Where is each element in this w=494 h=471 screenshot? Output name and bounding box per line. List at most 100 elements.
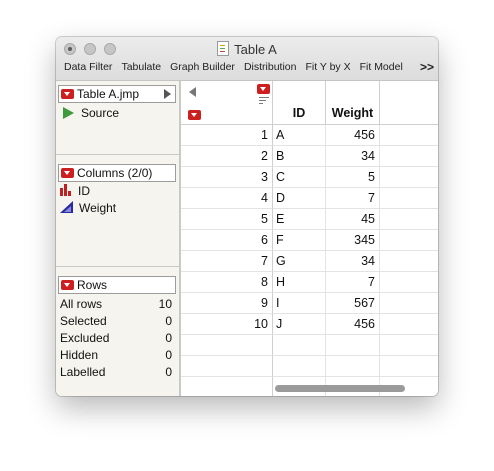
toolbar: Data Filter Tabulate Graph Builder Distribu…	[64, 60, 438, 77]
horizontal-scrollbar[interactable]	[275, 385, 405, 392]
filter-lines-icon	[259, 97, 269, 107]
row-number-cell[interactable]: 7	[181, 251, 273, 272]
row-number-cell[interactable]: 9	[181, 293, 273, 314]
id-cell[interactable]	[273, 335, 326, 356]
id-cell[interactable]: A	[273, 125, 326, 146]
row-number-cell[interactable]: 1	[181, 125, 273, 146]
weight-cell[interactable]: 456	[326, 125, 380, 146]
rows-stat-row: Selected 0	[60, 313, 172, 330]
id-cell[interactable]: E	[273, 209, 326, 230]
weight-cell[interactable]	[326, 356, 380, 377]
id-cell[interactable]: F	[273, 230, 326, 251]
weight-cell[interactable]: 7	[326, 188, 380, 209]
empty-cell[interactable]	[380, 167, 438, 188]
stat-value: 0	[165, 365, 172, 379]
table-red-triangle-menu[interactable]	[61, 89, 74, 99]
row-number-cell[interactable]	[181, 356, 273, 377]
rows-panel-header[interactable]: Rows	[58, 276, 176, 294]
id-cell[interactable]: G	[273, 251, 326, 272]
weight-cell[interactable]: 345	[326, 230, 380, 251]
empty-cell[interactable]	[380, 272, 438, 293]
toolbar-fit-model[interactable]: Fit Model	[360, 61, 403, 73]
stat-label: Hidden	[60, 348, 99, 362]
window-title-text: Table A	[234, 42, 277, 57]
column-header-id[interactable]: ID	[273, 81, 326, 125]
stat-value: 0	[165, 314, 172, 328]
table-script-source[interactable]: Source	[63, 106, 119, 120]
data-table-window: Table A Data Filter Tabulate Graph Builder…	[56, 37, 438, 396]
row-number-cell[interactable]: 6	[181, 230, 273, 251]
weight-cell[interactable]	[326, 335, 380, 356]
rows-stat-row: Excluded 0	[60, 330, 172, 347]
column-id-label: ID	[78, 184, 90, 198]
toolbar-distribution[interactable]: Distribution	[244, 61, 297, 73]
row-number-cell[interactable]: 8	[181, 272, 273, 293]
panel-divider	[56, 154, 179, 155]
empty-cell[interactable]	[380, 314, 438, 335]
weight-cell[interactable]: 567	[326, 293, 380, 314]
stat-label: Selected	[60, 314, 107, 328]
rows-stat-row: Hidden 0	[60, 347, 172, 364]
row-number-cell[interactable]: 10	[181, 314, 273, 335]
column-header-empty	[380, 81, 438, 125]
table-panel-header[interactable]: Table A.jmp	[58, 85, 176, 103]
empty-cell[interactable]	[380, 356, 438, 377]
toolbar-graph-builder[interactable]: Graph Builder	[170, 61, 235, 73]
stat-label: Labelled	[60, 365, 106, 379]
stat-value: 0	[165, 331, 172, 345]
weight-cell[interactable]: 456	[326, 314, 380, 335]
column-item-weight[interactable]: Weight	[60, 201, 116, 215]
rows-red-triangle-menu[interactable]	[61, 280, 74, 290]
row-number-cell[interactable]: 3	[181, 167, 273, 188]
toolbar-fit-y-by-x[interactable]: Fit Y by X	[305, 61, 350, 73]
rows-stat-row: All rows 10	[60, 296, 172, 313]
table-script-label: Source	[81, 106, 120, 120]
empty-cell[interactable]	[380, 251, 438, 272]
row-number-cell[interactable]: 2	[181, 146, 273, 167]
empty-cell[interactable]	[380, 125, 438, 146]
columns-panel-header[interactable]: Columns (2/0)	[58, 164, 176, 182]
disclosure-triangle-icon[interactable]	[164, 89, 171, 99]
grid-columns-red-triangle[interactable]	[257, 84, 270, 94]
row-number-cell[interactable]	[181, 377, 273, 396]
row-number-cell[interactable]: 4	[181, 188, 273, 209]
id-cell[interactable]: H	[273, 272, 326, 293]
toolbar-data-filter[interactable]: Data Filter	[64, 61, 112, 73]
weight-cell[interactable]: 45	[326, 209, 380, 230]
weight-cell[interactable]: 5	[326, 167, 380, 188]
script-triangle-icon	[63, 107, 74, 119]
row-number-cell[interactable]: 5	[181, 209, 273, 230]
weight-cell[interactable]: 34	[326, 251, 380, 272]
id-cell[interactable]: C	[273, 167, 326, 188]
document-icon	[217, 41, 230, 56]
column-header-weight-label: Weight	[331, 106, 374, 120]
panel-divider	[56, 266, 179, 267]
id-cell[interactable]: D	[273, 188, 326, 209]
columns-red-triangle-menu[interactable]	[61, 168, 74, 178]
column-item-id[interactable]: ID	[60, 184, 90, 198]
empty-cell[interactable]	[380, 209, 438, 230]
empty-cell[interactable]	[380, 146, 438, 167]
column-weight-label: Weight	[79, 201, 117, 215]
empty-cell[interactable]	[380, 293, 438, 314]
row-number-cell[interactable]	[181, 335, 273, 356]
weight-cell[interactable]: 7	[326, 272, 380, 293]
id-cell[interactable]	[273, 356, 326, 377]
stat-value: 10	[158, 297, 172, 311]
stat-label: All rows	[60, 297, 103, 311]
toolbar-more-button[interactable]: >>	[420, 60, 434, 74]
rows-stat-row: Labelled 0	[60, 364, 172, 381]
weight-cell[interactable]: 34	[326, 146, 380, 167]
id-cell[interactable]: J	[273, 314, 326, 335]
column-header-weight[interactable]: Weight	[326, 81, 380, 125]
empty-cell[interactable]	[380, 188, 438, 209]
empty-cell[interactable]	[380, 230, 438, 251]
id-cell[interactable]: B	[273, 146, 326, 167]
toolbar-tabulate[interactable]: Tabulate	[121, 61, 161, 73]
grid-corner	[181, 81, 273, 125]
column-header-id-label: ID	[292, 106, 306, 120]
collapse-triangle-icon[interactable]	[189, 87, 196, 97]
empty-cell[interactable]	[380, 335, 438, 356]
grid-rows-red-triangle[interactable]	[188, 110, 201, 120]
id-cell[interactable]: I	[273, 293, 326, 314]
